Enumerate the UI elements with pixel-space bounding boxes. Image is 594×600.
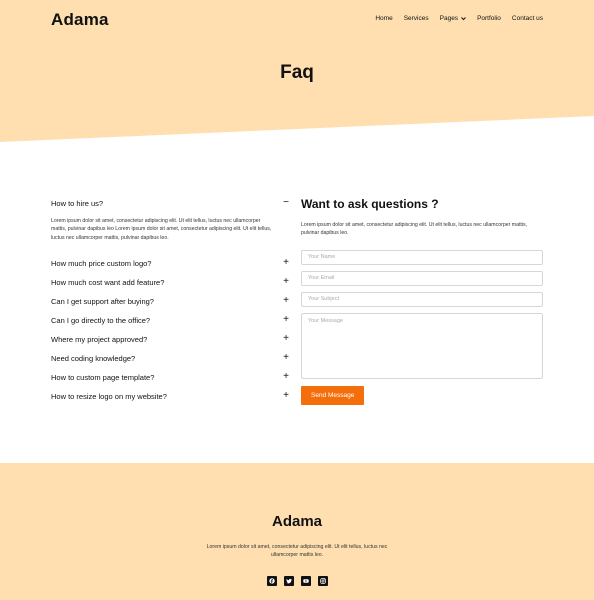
faq-accordion: How to hire us? − Lorem ipsum dolor sit …: [51, 196, 291, 406]
subject-field[interactable]: Your Subject: [301, 291, 543, 307]
page-title: Faq: [280, 62, 314, 83]
faq-item[interactable]: Need coding knowledge? +: [51, 349, 291, 368]
faq-item[interactable]: Can I get support after buying? +: [51, 292, 291, 311]
email-field[interactable]: Your Email: [301, 270, 543, 286]
contact-title: Want to ask questions ?: [301, 197, 439, 211]
nav-label: Contact us: [511, 15, 543, 22]
instagram-icon[interactable]: [317, 576, 328, 586]
faq-item[interactable]: Can I go directly to the office? +: [51, 311, 291, 330]
message-field[interactable]: Your Message: [301, 312, 543, 379]
social-links: [0, 576, 594, 586]
faq-item[interactable]: How to resize logo on my website? +: [51, 387, 291, 406]
plus-icon[interactable]: +: [281, 315, 291, 325]
facebook-icon[interactable]: [266, 576, 277, 586]
nav-label: Portfolio: [477, 15, 501, 22]
youtube-icon[interactable]: [300, 576, 311, 586]
send-message-button[interactable]: Send Message: [301, 385, 365, 405]
faq-question: Need coding knowledge?: [51, 353, 136, 363]
chevron-down-icon: [461, 17, 466, 21]
footer-text: Lorem ipsum dolor sit amet, consectetur …: [206, 544, 388, 559]
faq-question: Where my project approved?: [51, 334, 148, 344]
plus-icon[interactable]: +: [281, 372, 291, 382]
faq-question: Can I get support after buying?: [51, 296, 154, 306]
faq-item[interactable]: How much cost want add feature? +: [51, 273, 291, 292]
faq-item[interactable]: Where my project approved? +: [51, 330, 291, 349]
plus-icon[interactable]: +: [281, 391, 291, 401]
faq-item[interactable]: How much price custom logo? +: [51, 254, 291, 273]
nav-services[interactable]: Services: [404, 15, 429, 22]
nav-pages[interactable]: Pages: [440, 15, 466, 22]
hero-section: Adama Home Services Pages Portfolio Cont…: [0, 0, 594, 142]
faq-question: How to hire us?: [51, 198, 104, 208]
plus-icon[interactable]: +: [281, 334, 291, 344]
plus-icon[interactable]: +: [281, 258, 291, 268]
contact-form: Want to ask questions ? Lorem ipsum dolo…: [301, 197, 543, 405]
faq-question: How to resize logo on my website?: [51, 391, 167, 401]
footer: Adama Lorem ipsum dolor sit amet, consec…: [0, 463, 594, 600]
nav-label: Services: [403, 15, 429, 22]
faq-question: How much cost want add feature?: [51, 277, 165, 287]
plus-icon[interactable]: +: [281, 277, 291, 287]
faq-answer: Lorem ipsum dolor sit amet, consectetur …: [51, 218, 272, 241]
plus-icon[interactable]: +: [281, 353, 291, 363]
faq-list: How much price custom logo? + How much co…: [51, 254, 291, 406]
nav-label: Pages: [439, 15, 459, 22]
nav-label: Home: [375, 15, 393, 22]
minus-icon[interactable]: −: [281, 198, 291, 208]
faq-question: How to custom page template?: [51, 372, 155, 382]
name-field[interactable]: Your Name: [301, 249, 543, 265]
main-nav: Home Services Pages Portfolio Contact us: [375, 15, 543, 22]
faq-question: Can I go directly to the office?: [51, 315, 151, 325]
twitter-icon[interactable]: [283, 576, 294, 586]
faq-item-open[interactable]: How to hire us? −: [51, 196, 291, 210]
nav-home[interactable]: Home: [375, 15, 392, 22]
faq-question: How much price custom logo?: [51, 258, 152, 268]
nav-contact[interactable]: Contact us: [512, 15, 543, 22]
plus-icon[interactable]: +: [281, 296, 291, 306]
footer-logo[interactable]: Adama: [0, 513, 594, 530]
nav-portfolio[interactable]: Portfolio: [477, 15, 501, 22]
faq-item[interactable]: How to custom page template? +: [51, 368, 291, 387]
contact-description: Lorem ipsum dolor sit amet, consectetur …: [301, 222, 528, 237]
site-logo[interactable]: Adama: [51, 10, 109, 30]
